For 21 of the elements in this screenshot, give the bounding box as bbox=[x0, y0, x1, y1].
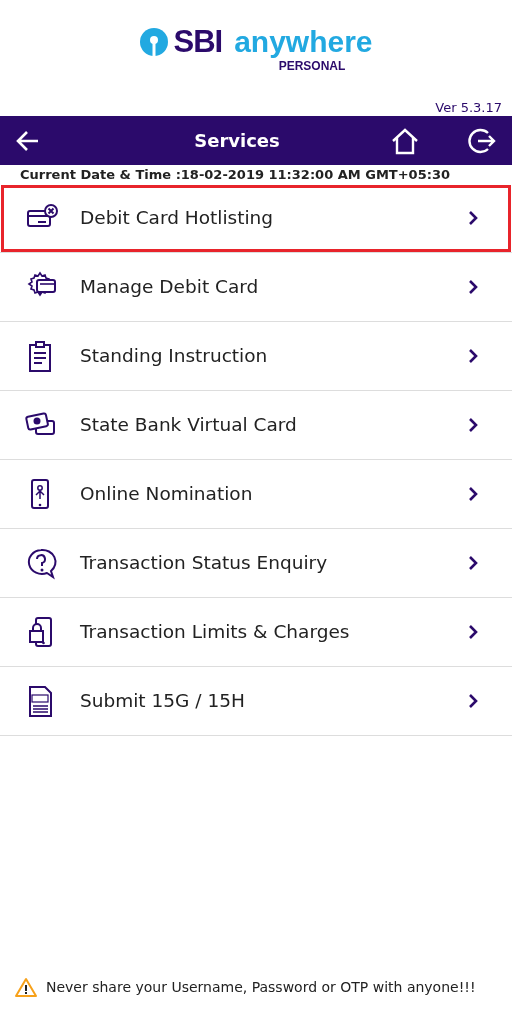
chevron-icon bbox=[468, 417, 478, 433]
logo-icon bbox=[139, 26, 170, 57]
chevron-icon bbox=[468, 693, 478, 709]
datetime-text: Current Date & Time :18-02-2019 11:32:00 AM GMT+05:30 bbox=[19, 166, 451, 184]
chevron-icon bbox=[468, 624, 478, 640]
chevron-icon bbox=[468, 555, 478, 571]
back-button[interactable] bbox=[16, 129, 40, 152]
warning-icon bbox=[14, 977, 38, 998]
version-text: Ver 5.3.17 bbox=[435, 100, 503, 116]
chevron-icon bbox=[468, 210, 478, 226]
logo-product: anywhere bbox=[234, 26, 373, 57]
chevron-icon bbox=[468, 486, 478, 502]
security-warning: Never share your Username, Password or OTP with anyone!!! bbox=[46, 978, 476, 997]
logout-button[interactable] bbox=[468, 126, 496, 155]
service-item[interactable]: Debit Card Hotlisting bbox=[0, 184, 512, 253]
home-button[interactable] bbox=[390, 126, 420, 155]
page-title: Services bbox=[193, 129, 281, 153]
chevron-icon bbox=[468, 279, 478, 295]
chevron-icon bbox=[468, 348, 478, 364]
logo-edition: PERSONAL bbox=[278, 58, 346, 75]
logo-brand: SBI bbox=[173, 26, 223, 57]
